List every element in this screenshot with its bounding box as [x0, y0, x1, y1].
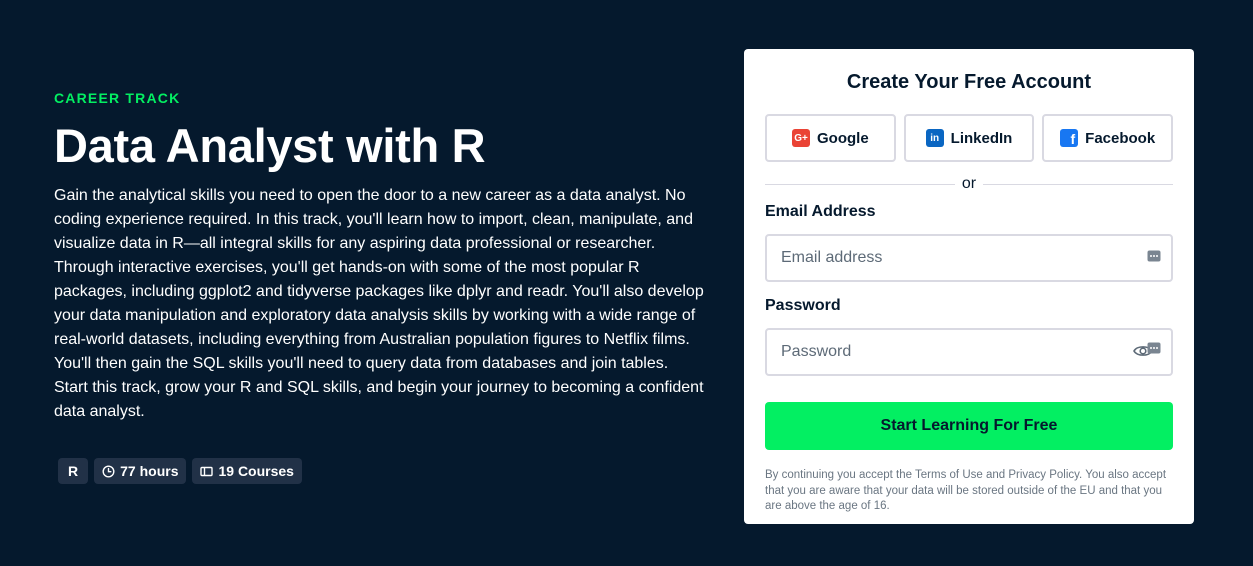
- signup-card: Create Your Free Account G+ Google in Li…: [744, 49, 1194, 524]
- facebook-login-button[interactable]: f Facebook: [1042, 114, 1174, 162]
- linkedin-label: LinkedIn: [950, 129, 1013, 147]
- hero-section: CAREER TRACK Data Analyst with R Gain th…: [54, 90, 704, 424]
- google-icon: G+: [792, 129, 810, 147]
- email-label: Email Address: [765, 203, 876, 220]
- password-field[interactable]: [765, 328, 1173, 376]
- linkedin-login-button[interactable]: in LinkedIn: [903, 114, 1035, 162]
- password-field-wrapper: [765, 328, 1173, 376]
- password-manager-key-icon[interactable]: [1147, 342, 1161, 354]
- technology-badge: R: [58, 458, 89, 484]
- or-divider: or: [765, 175, 1174, 193]
- divider-text: or: [961, 175, 977, 192]
- legal-disclaimer: By continuing you accept the Terms of Us…: [765, 469, 1167, 512]
- divider-line-right: [983, 183, 1174, 185]
- email-field-wrapper: [765, 234, 1173, 282]
- social-login-row: G+ Google in LinkedIn f Facebook: [765, 114, 1174, 162]
- track-meta-chips: R 77 hours 19 Courses: [58, 458, 302, 484]
- google-label: Google: [817, 129, 869, 147]
- signup-title: Create Your Free Account: [846, 71, 1092, 93]
- google-login-button[interactable]: G+ Google: [765, 114, 896, 162]
- password-manager-icon[interactable]: [1147, 250, 1161, 262]
- duration-label: 77 hours: [120, 463, 179, 479]
- eyebrow-label: CAREER TRACK: [54, 90, 181, 106]
- courses-icon: [200, 465, 214, 478]
- page-title: Data Analyst with R: [54, 119, 486, 172]
- linkedin-icon: in: [925, 129, 944, 147]
- track-description: Gain the analytical skills you need to o…: [54, 187, 704, 420]
- courses-label: 19 Courses: [218, 463, 294, 479]
- facebook-icon: f: [1060, 129, 1079, 147]
- start-learning-button[interactable]: Start Learning For Free: [765, 402, 1173, 450]
- courses-badge: 19 Courses: [192, 458, 302, 484]
- duration-badge: 77 hours: [94, 458, 187, 484]
- email-field[interactable]: [765, 234, 1173, 282]
- divider-line-left: [765, 183, 955, 185]
- facebook-label: Facebook: [1085, 129, 1156, 147]
- password-label: Password: [765, 297, 841, 314]
- technology-label: R: [68, 463, 79, 479]
- clock-icon: [102, 464, 115, 478]
